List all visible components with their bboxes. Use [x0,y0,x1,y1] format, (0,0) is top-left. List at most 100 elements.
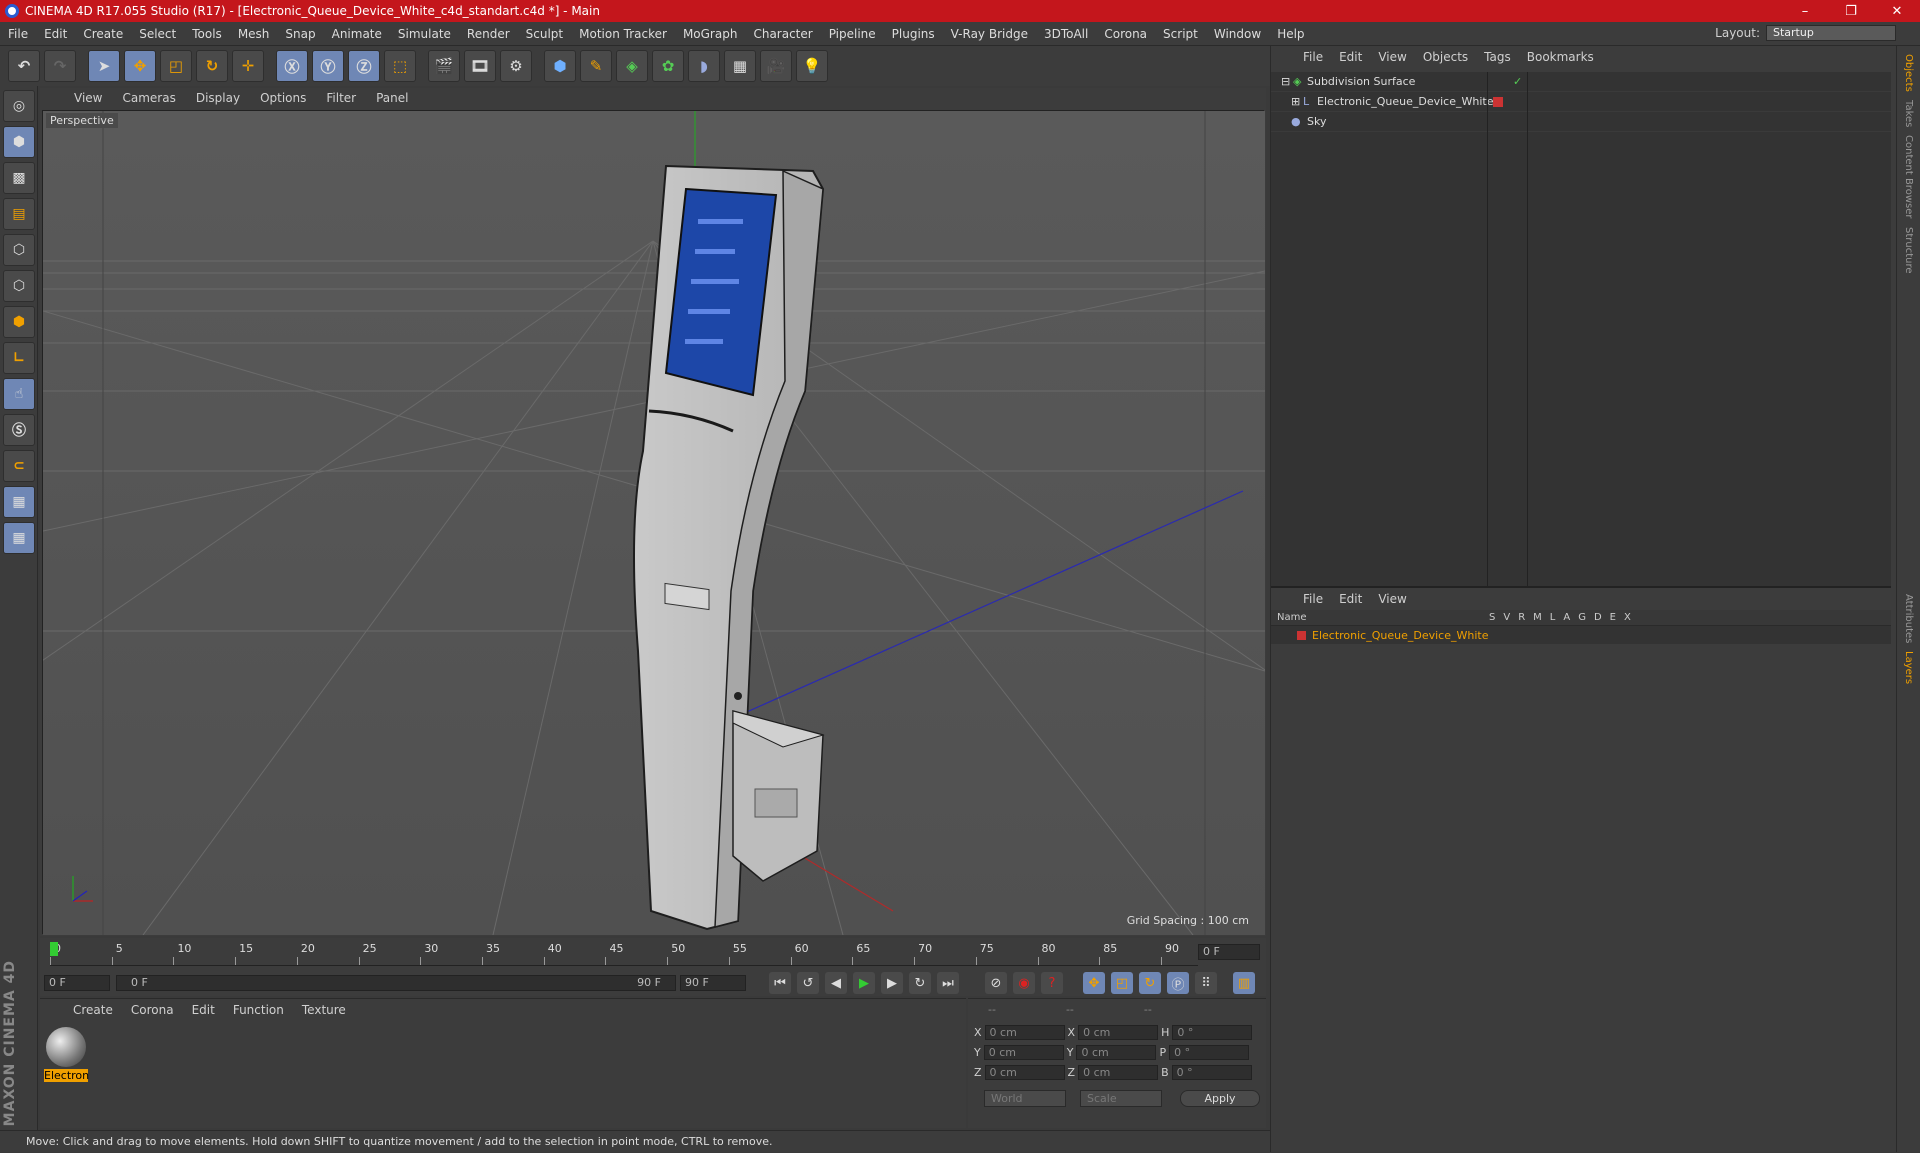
pos-y-field[interactable]: 0 cm [983,1045,1064,1060]
next-frame-icon[interactable]: ▶ [881,972,903,994]
mat-menu-corona[interactable]: Corona [122,1003,183,1017]
prev-frame-icon[interactable]: ◀ [825,972,847,994]
goto-end-icon[interactable]: ⏭ [937,972,959,994]
tab-attributes[interactable]: Attributes [1903,594,1914,643]
menu-tools[interactable]: Tools [184,27,230,41]
pos-x-field[interactable]: 0 cm [984,1025,1065,1040]
lock-workplane-icon[interactable]: ▦ [3,486,35,518]
key-param-icon[interactable]: Ⓟ [1167,972,1189,994]
coord-mode-dropdown[interactable]: World [984,1090,1066,1107]
object-row[interactable]: ⊞ L Electronic_Queue_Device_White [1271,92,1891,112]
motion-record-icon[interactable]: ⊘ [985,972,1007,994]
layer-name[interactable]: Electronic_Queue_Device_White [1312,629,1488,642]
layer-menu-view[interactable]: View [1370,592,1414,606]
snap-icon[interactable]: ⊂ [3,450,35,482]
model-mode-icon[interactable]: ⬢ [3,126,35,158]
expand-icon[interactable]: ⊞ [1291,95,1303,108]
coordinate-system-icon[interactable]: ⬚ [384,50,416,82]
rot-b-field[interactable]: 0 ° [1171,1065,1252,1080]
prev-key-icon[interactable]: ↺ [797,972,819,994]
expand-icon[interactable]: ⊟ [1281,75,1293,88]
menu-sculpt[interactable]: Sculpt [518,27,571,41]
record-keys-icon[interactable]: ◉ [1013,972,1035,994]
layer-color-icon[interactable] [1493,96,1503,107]
z-axis-icon[interactable]: Ⓩ [348,50,380,82]
vp-menu-filter[interactable]: Filter [316,91,366,105]
x-axis-icon[interactable]: Ⓧ [276,50,308,82]
render-view-icon[interactable]: 🎬 [428,50,460,82]
select-arrow-icon[interactable]: ➤ [88,50,120,82]
pos-z-field[interactable]: 0 cm [984,1065,1065,1080]
viewport-canvas[interactable]: Perspective Grid Spacing : 100 cm [42,110,1265,935]
menu-window[interactable]: Window [1206,27,1269,41]
object-row[interactable]: ● Sky [1271,112,1891,132]
cube-icon[interactable]: ⬢ [544,50,576,82]
menu-pipeline[interactable]: Pipeline [821,27,884,41]
obj-menu-tags[interactable]: Tags [1476,50,1519,64]
tweak-mode-icon[interactable]: ☝ [3,378,35,410]
viewport-camera-label[interactable]: Perspective [46,113,118,128]
key-scale-icon[interactable]: ◰ [1111,972,1133,994]
maximize-button[interactable]: ❐ [1828,4,1874,19]
polygons-mode-icon[interactable]: ⬢ [3,306,35,338]
make-editable-icon[interactable]: ◎ [3,90,35,122]
menu-create[interactable]: Create [75,27,131,41]
texture-mode-icon[interactable]: ▩ [3,162,35,194]
menu-render[interactable]: Render [459,27,518,41]
points-mode-icon[interactable]: ⬡ [3,234,35,266]
menu-corona[interactable]: Corona [1096,27,1155,41]
close-button[interactable]: ✕ [1874,4,1920,19]
material-item[interactable]: Electron [44,1027,89,1082]
obj-menu-edit[interactable]: Edit [1331,50,1370,64]
obj-menu-objects[interactable]: Objects [1415,50,1476,64]
vp-menu-display[interactable]: Display [186,91,250,105]
object-row[interactable]: ⊟ ◈ Subdivision Surface ✓ [1271,72,1891,92]
frame-range-slider[interactable]: 0 F 90 F [116,975,676,991]
size-z-field[interactable]: 0 cm [1078,1065,1159,1080]
menu-snap[interactable]: Snap [277,27,323,41]
menu-vray-bridge[interactable]: V-Ray Bridge [943,27,1036,41]
solo-icon[interactable]: Ⓢ [3,414,35,446]
menu-script[interactable]: Script [1155,27,1206,41]
mat-menu-create[interactable]: Create [64,1003,122,1017]
layer-color-icon[interactable] [1297,630,1306,640]
subdivision-icon[interactable]: ◈ [616,50,648,82]
rot-p-field[interactable]: 0 ° [1169,1045,1250,1060]
menu-plugins[interactable]: Plugins [884,27,943,41]
tab-objects[interactable]: Objects [1903,54,1914,92]
pen-spline-icon[interactable]: ✎ [580,50,612,82]
object-name[interactable]: Electronic_Queue_Device_White [1317,95,1493,108]
menu-select[interactable]: Select [131,27,184,41]
menu-mograph[interactable]: MoGraph [675,27,746,41]
size-y-field[interactable]: 0 cm [1076,1045,1157,1060]
timeline-playhead[interactable] [50,942,58,956]
axis-mode-icon[interactable]: ∟ [3,342,35,374]
menu-file[interactable]: File [0,27,36,41]
end-frame-field[interactable]: 90 F [680,975,746,991]
mat-menu-function[interactable]: Function [224,1003,293,1017]
scale-tool-icon[interactable]: ◰ [160,50,192,82]
timeline[interactable]: 051015202530354045505560657075808590 0 F [40,938,1266,970]
y-axis-icon[interactable]: Ⓨ [312,50,344,82]
rotate-tool-icon[interactable]: ↻ [196,50,228,82]
menu-mesh[interactable]: Mesh [230,27,278,41]
apply-button[interactable]: Apply [1180,1090,1260,1107]
layer-row[interactable]: Electronic_Queue_Device_White [1271,626,1891,644]
layer-menu-edit[interactable]: Edit [1331,592,1370,606]
vp-menu-options[interactable]: Options [250,91,316,105]
obj-menu-file[interactable]: File [1295,50,1331,64]
edges-mode-icon[interactable]: ⬡ [3,270,35,302]
goto-start-icon[interactable]: ⏮ [769,972,791,994]
object-name[interactable]: Subdivision Surface [1307,75,1415,88]
array-icon[interactable]: ✿ [652,50,684,82]
menu-edit[interactable]: Edit [36,27,75,41]
undo-icon[interactable]: ↶ [8,50,40,82]
obj-menu-bookmarks[interactable]: Bookmarks [1519,50,1602,64]
tab-layers[interactable]: Layers [1903,651,1914,684]
tab-content-browser[interactable]: Content Browser [1903,135,1914,218]
redo-icon[interactable]: ↷ [44,50,76,82]
move-tool-icon[interactable]: ✥ [124,50,156,82]
play-icon[interactable]: ▶ [853,972,875,994]
transform-tool-icon[interactable]: ✛ [232,50,264,82]
key-rotation-icon[interactable]: ↻ [1139,972,1161,994]
